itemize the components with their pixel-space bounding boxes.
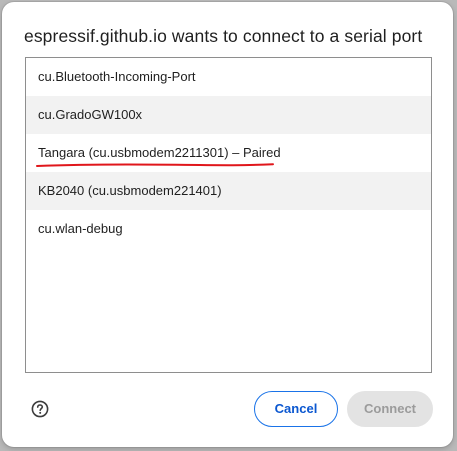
- port-list-item[interactable]: KB2040 (cu.usbmodem221401): [26, 172, 431, 210]
- dialog-title: espressif.github.io wants to connect to …: [24, 26, 423, 46]
- port-label: cu.GradoGW100x: [38, 107, 143, 122]
- port-list[interactable]: cu.Bluetooth-Incoming-Port cu.GradoGW100…: [25, 57, 432, 373]
- help-circle-icon[interactable]: [31, 400, 49, 418]
- port-label: cu.wlan-debug: [38, 221, 123, 236]
- cancel-button[interactable]: Cancel: [254, 391, 338, 427]
- port-label: KB2040 (cu.usbmodem221401): [38, 183, 222, 198]
- port-list-item[interactable]: cu.wlan-debug: [26, 210, 431, 248]
- serial-port-dialog: espressif.github.io wants to connect to …: [2, 2, 453, 447]
- connect-button[interactable]: Connect: [347, 391, 433, 427]
- port-list-item[interactable]: cu.Bluetooth-Incoming-Port: [26, 58, 431, 96]
- port-label: Tangara (cu.usbmodem2211301) – Paired: [38, 145, 281, 160]
- port-label: cu.Bluetooth-Incoming-Port: [38, 69, 196, 84]
- port-list-item[interactable]: cu.GradoGW100x: [26, 96, 431, 134]
- red-underline-annotation: [36, 163, 274, 167]
- port-list-item[interactable]: Tangara (cu.usbmodem2211301) – Paired: [26, 134, 431, 172]
